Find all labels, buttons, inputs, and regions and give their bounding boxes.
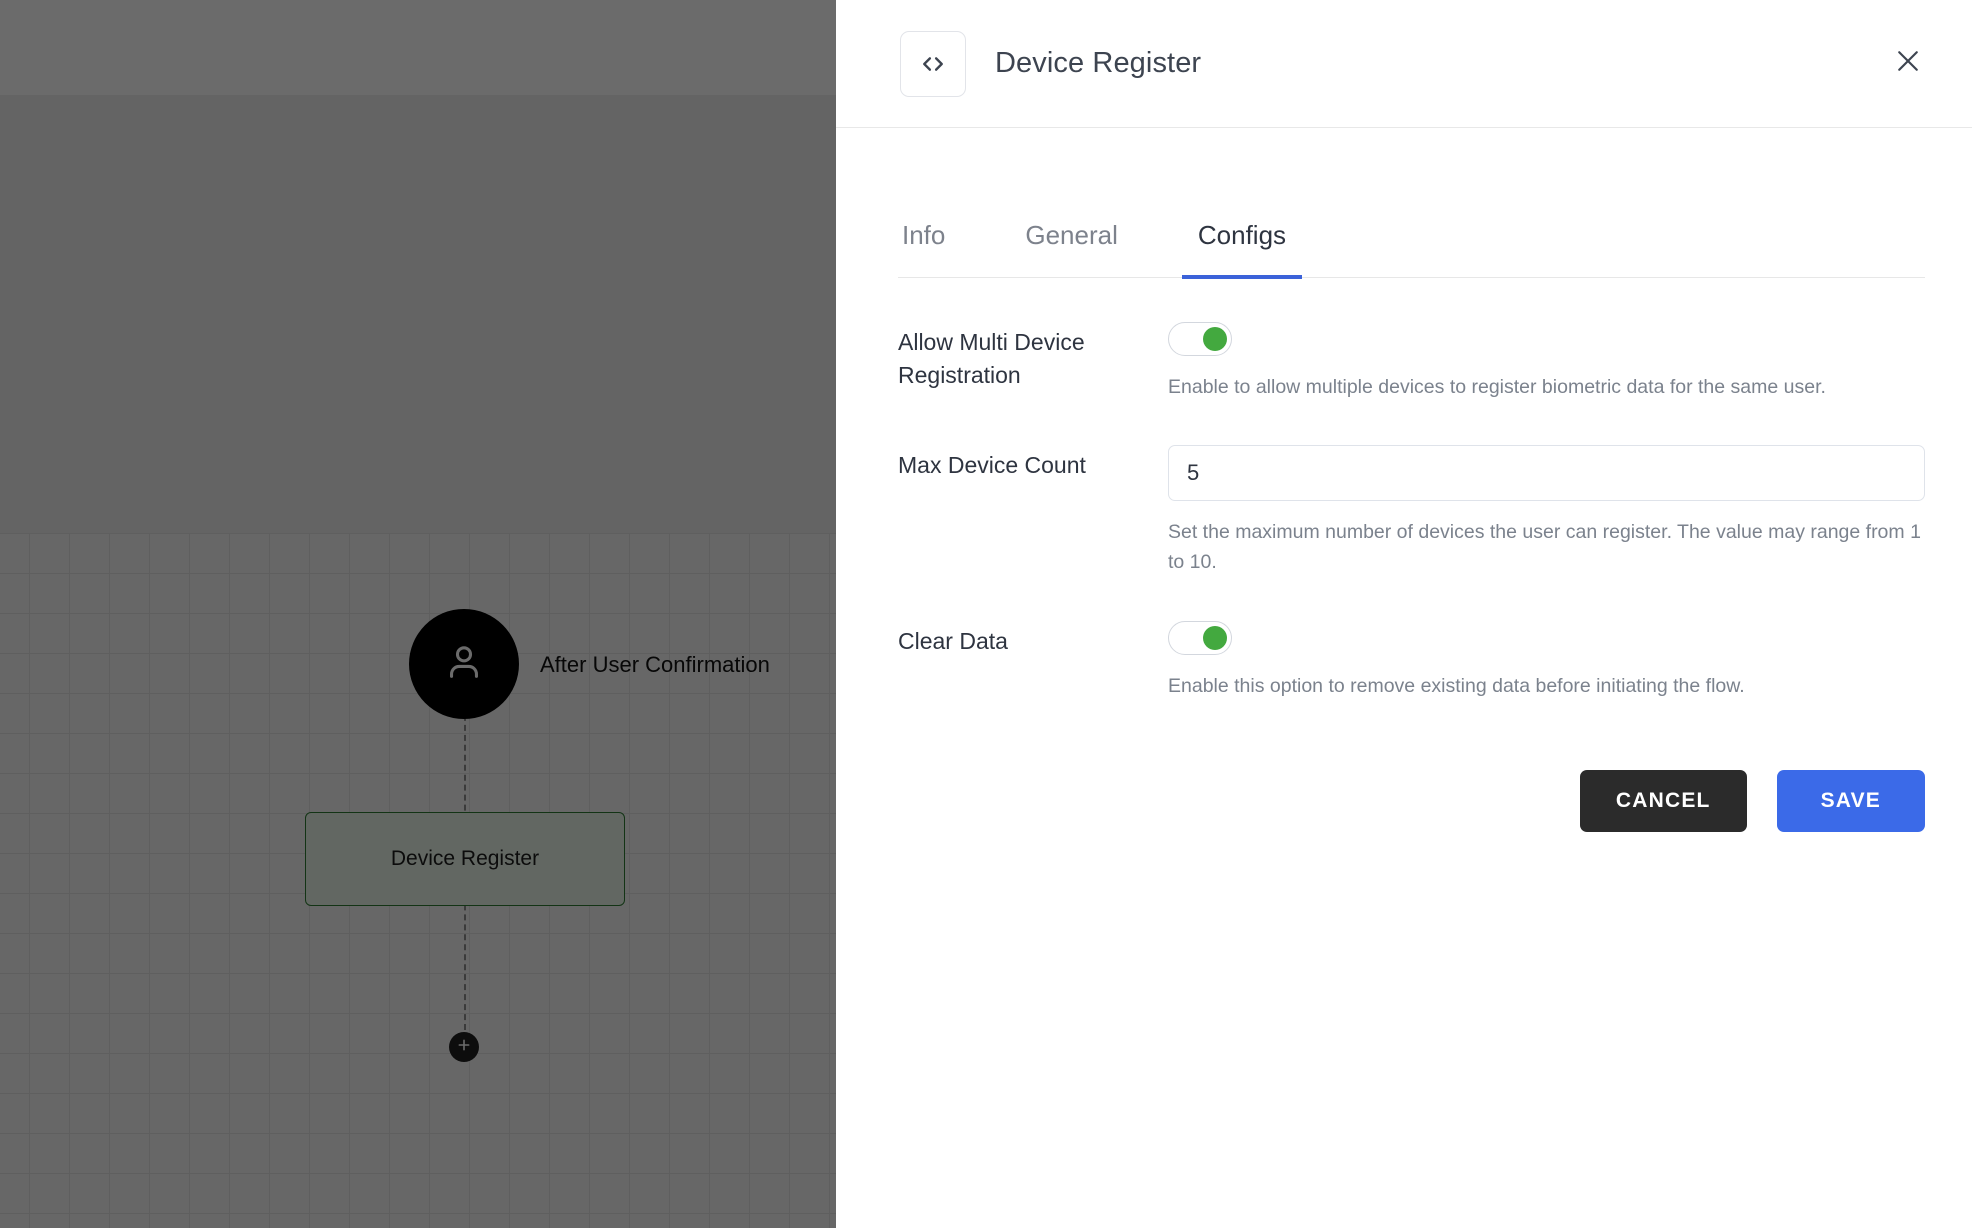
field-label-allow-multi-device: Allow Multi Device Registration — [898, 329, 1085, 388]
tab-general[interactable]: General — [1021, 220, 1122, 277]
user-icon — [441, 639, 487, 690]
drawer-actions: CANCEL SAVE — [898, 770, 1925, 833]
drawer-tabs: Info General Configs — [898, 128, 1925, 279]
flow-node-start-label: After User Confirmation — [540, 652, 770, 677]
flow-nodes-layer: After User Confirmation Device Register — [0, 0, 836, 1228]
allow-multi-device-toggle[interactable] — [1168, 322, 1232, 356]
configs-form: Allow Multi Device Registration Enable t… — [836, 278, 1972, 833]
flow-node-label: Device Register — [390, 847, 540, 870]
field-allow-multi-device: Allow Multi Device Registration Enable t… — [898, 322, 1925, 403]
drawer-header: Device Register — [836, 0, 1972, 128]
code-icon — [900, 30, 966, 97]
page-title: Device Register — [995, 47, 1202, 79]
field-help-clear-data: Enable this option to remove existing da… — [1168, 675, 1745, 698]
tab-info[interactable]: Info — [898, 220, 949, 277]
close-icon — [1893, 46, 1923, 79]
add-step-button[interactable] — [449, 1032, 479, 1062]
close-button[interactable] — [1879, 33, 1937, 91]
max-device-count-input[interactable] — [1168, 444, 1925, 501]
flow-node-device-register[interactable]: Device Register — [305, 812, 625, 906]
cancel-button[interactable]: CANCEL — [1579, 770, 1747, 833]
device-register-drawer: Device Register Info General Configs All… — [836, 0, 1972, 1228]
field-clear-data: Clear Data Enable this option to remove … — [898, 621, 1925, 702]
field-label-max-device-count: Max Device Count — [898, 451, 1086, 478]
field-help-max-device-count: Set the maximum number of devices the us… — [1168, 520, 1921, 573]
plus-icon — [456, 1037, 472, 1057]
toggle-knob — [1203, 327, 1227, 351]
toggle-knob — [1203, 626, 1227, 651]
flow-canvas[interactable]: After User Confirmation Device Register — [0, 0, 836, 1228]
save-button[interactable]: SAVE — [1776, 770, 1925, 833]
field-label-clear-data: Clear Data — [898, 628, 1008, 655]
flow-node-start[interactable] — [409, 609, 519, 719]
tab-configs[interactable]: Configs — [1181, 220, 1303, 279]
field-help-allow-multi-device: Enable to allow multiple devices to regi… — [1168, 376, 1826, 398]
field-max-device-count: Max Device Count Set the maximum number … — [898, 444, 1925, 578]
clear-data-toggle[interactable] — [1168, 621, 1232, 656]
